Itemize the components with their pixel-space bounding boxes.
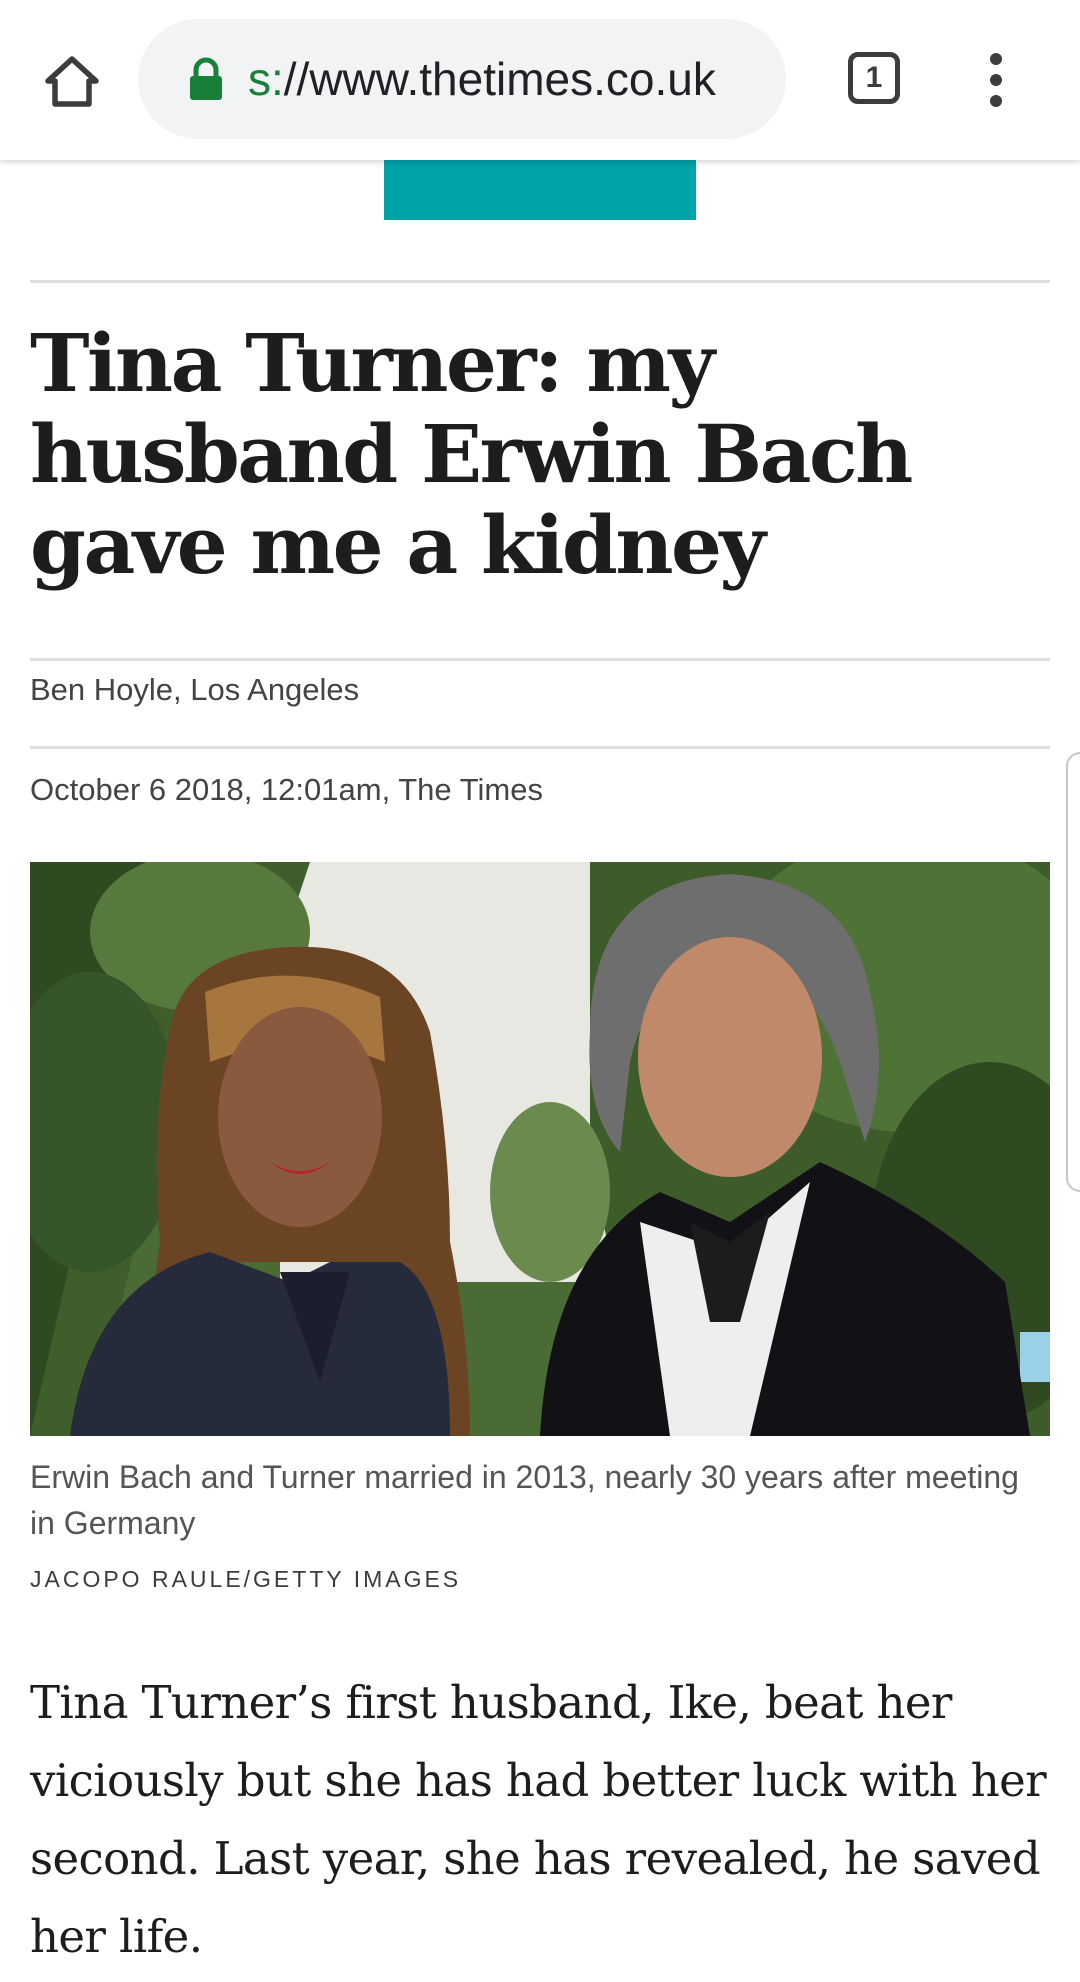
photo-caption: Erwin Bach and Turner married in 2013, n… (30, 1459, 1019, 1541)
divider (30, 280, 1050, 283)
article-photo[interactable] (30, 862, 1050, 1436)
address-bar[interactable]: s://www.thetimes.co.uk (138, 19, 786, 139)
photo-illustration (30, 862, 1050, 1436)
divider (30, 658, 1050, 661)
article-body-paragraph: Tina Turner’s first husband, Ike, beat h… (30, 1676, 1047, 1963)
photo-credit: JACOPO RAULE/GETTY IMAGES (30, 1566, 462, 1592)
tab-switcher-button[interactable]: 1 (848, 52, 900, 104)
overflow-menu-button[interactable] (972, 52, 1020, 108)
url-domain: //www.thetimes.co.uk (283, 53, 716, 105)
overflow-menu-icon (990, 53, 1002, 107)
url-scheme: s: (248, 53, 284, 105)
home-button[interactable] (36, 45, 108, 117)
section-banner (384, 160, 696, 220)
article-headline: Tina Turner: my husband Erwin Bach gave … (30, 316, 913, 592)
article-dateline: October 6 2018, 12:01am, The Times (30, 772, 543, 807)
divider (30, 746, 1050, 749)
url-text: s://www.thetimes.co.uk (248, 19, 716, 139)
home-icon (45, 56, 99, 107)
tab-count: 1 (865, 61, 883, 94)
scroll-handle[interactable] (1066, 752, 1080, 1192)
article-byline[interactable]: Ben Hoyle, Los Angeles (30, 672, 359, 708)
browser-toolbar: s://www.thetimes.co.uk 1 (0, 0, 1080, 160)
lock-icon (190, 57, 222, 100)
